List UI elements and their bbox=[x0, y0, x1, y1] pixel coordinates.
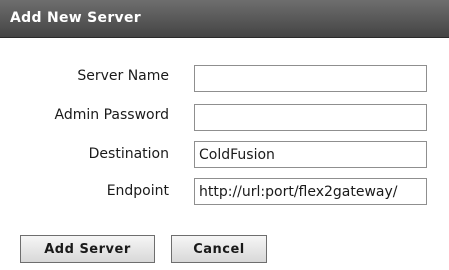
cancel-button[interactable]: Cancel bbox=[171, 235, 267, 263]
destination-input[interactable] bbox=[194, 141, 427, 168]
server-name-input[interactable] bbox=[194, 65, 427, 92]
endpoint-label: Endpoint bbox=[106, 183, 169, 199]
admin-password-input[interactable] bbox=[194, 104, 427, 131]
dialog-titlebar: Add New Server bbox=[0, 0, 449, 38]
dialog-title: Add New Server bbox=[10, 10, 141, 26]
add-server-dialog: Add New Server Server Name Admin Passwor… bbox=[0, 0, 449, 270]
destination-label: Destination bbox=[88, 146, 169, 162]
server-name-label: Server Name bbox=[77, 68, 169, 84]
endpoint-input[interactable] bbox=[194, 178, 427, 205]
admin-password-label: Admin Password bbox=[54, 107, 169, 123]
add-server-button[interactable]: Add Server bbox=[20, 235, 155, 263]
